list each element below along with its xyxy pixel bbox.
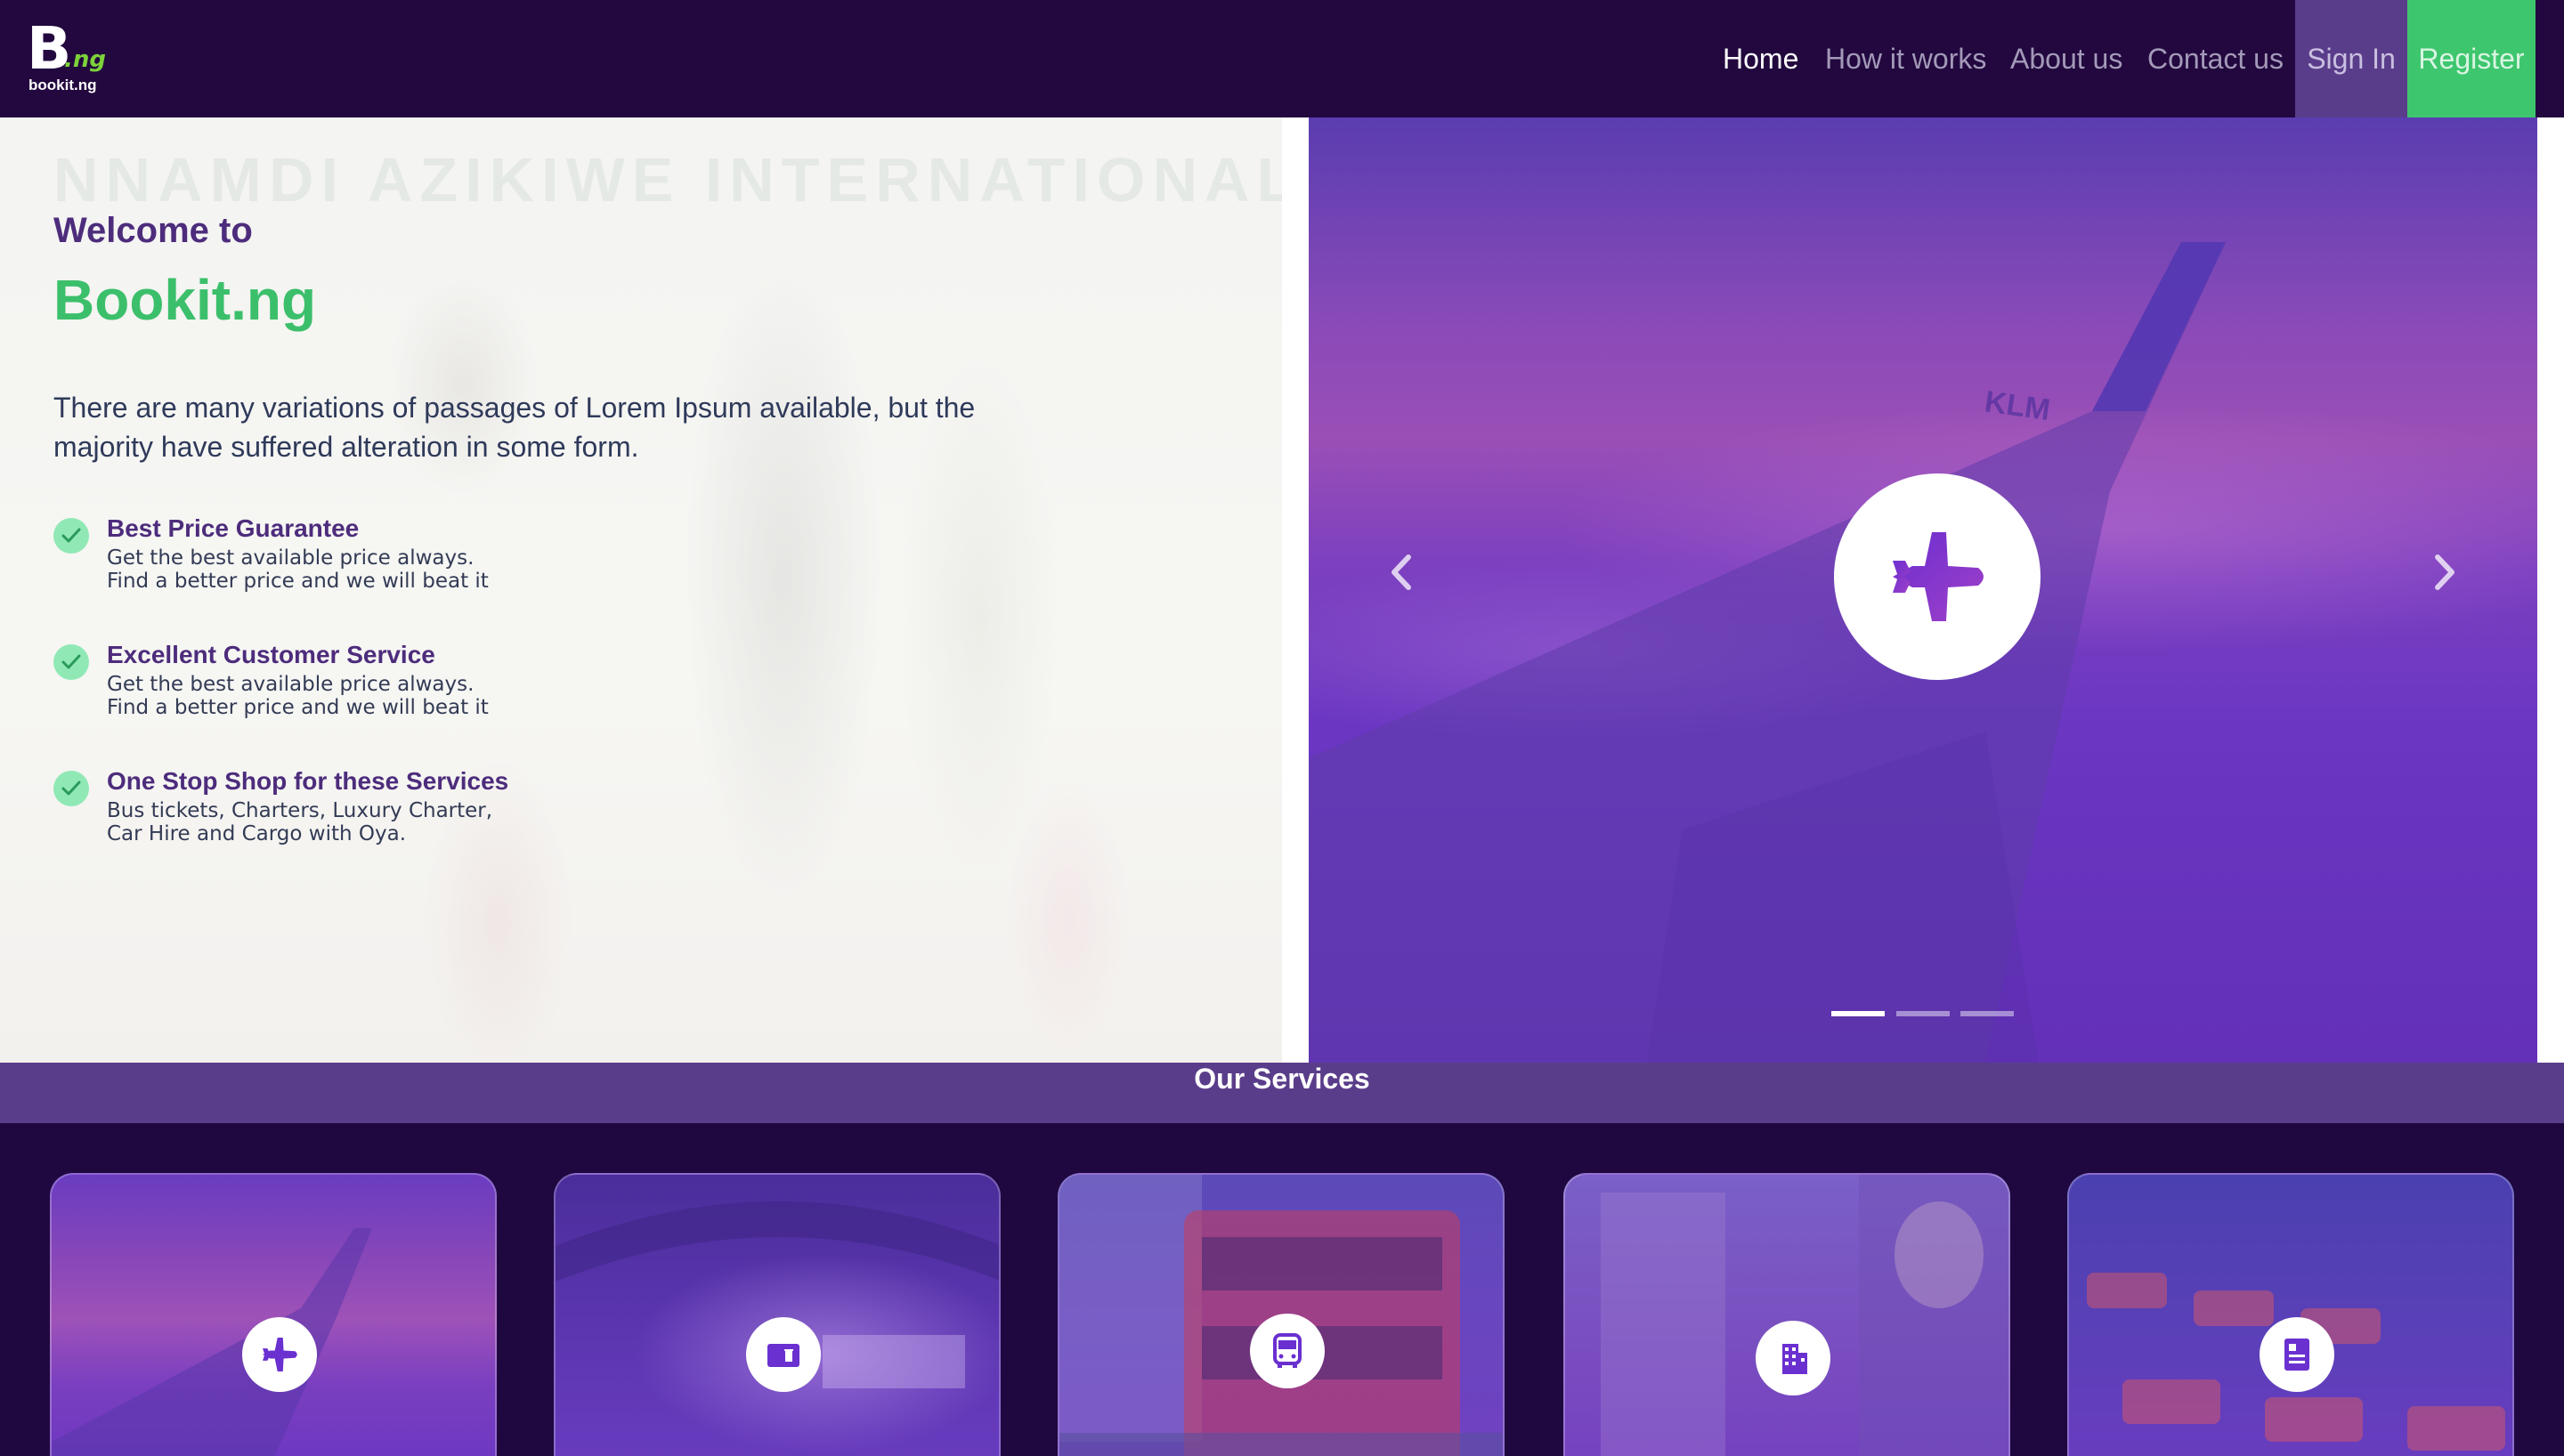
feature-line: Bus tickets, Charters, Luxury Charter, xyxy=(107,799,493,822)
hero-intro-text: There are many variations of passages of… xyxy=(53,392,976,463)
carousel-indicator-3[interactable] xyxy=(1960,1011,2014,1016)
check-icon xyxy=(53,771,89,806)
check-icon xyxy=(53,644,89,680)
feature-line: Get the best available price always. xyxy=(107,546,475,570)
logo-subtitle: bookit.ng xyxy=(28,77,97,93)
nav-about-us[interactable]: About us xyxy=(2010,0,2122,117)
feature-line: Find a better price and we will beat it xyxy=(107,570,489,593)
service-card-events[interactable] xyxy=(554,1173,1001,1456)
airplane-icon xyxy=(242,1317,317,1392)
carousel-center-badge xyxy=(1834,473,2041,680)
check-icon xyxy=(53,518,89,554)
logo[interactable]: B .ng bookit.ng xyxy=(27,20,125,100)
nav-how-it-works[interactable]: How it works xyxy=(1825,0,1986,117)
card-wing-image xyxy=(52,1228,372,1456)
feature-line: Car Hire and Cargo with Oya. xyxy=(107,822,407,845)
service-card-conference[interactable] xyxy=(2067,1173,2514,1456)
service-card-bus[interactable] xyxy=(1058,1173,1505,1456)
carousel-edge xyxy=(2537,117,2564,1063)
feature-title: One Stop Shop for these Services xyxy=(107,767,509,795)
hotel-icon xyxy=(1756,1321,1830,1395)
service-card-hotels[interactable] xyxy=(1563,1173,2010,1456)
feature-line: Get the best available price always. xyxy=(107,673,475,696)
register-button[interactable]: Register xyxy=(2407,0,2536,119)
feature-line: Find a better price and we will beat it xyxy=(107,696,489,719)
feature-title: Excellent Customer Service xyxy=(107,641,435,668)
hero-divider xyxy=(1282,117,1309,1063)
id-card-icon xyxy=(2260,1317,2334,1392)
bus-icon xyxy=(1250,1314,1325,1388)
services-header-bar: Our Services xyxy=(0,1063,2564,1123)
feature-title: Best Price Guarantee xyxy=(107,514,360,542)
cinema-ticket-icon xyxy=(746,1317,821,1392)
welcome-heading: Welcome to xyxy=(53,211,253,250)
wing-logo-text: KLM xyxy=(1983,384,2052,427)
carousel-indicator-2[interactable] xyxy=(1896,1011,1950,1016)
logo-suffix: .ng xyxy=(64,46,106,73)
navbar: B .ng bookit.ng Home How it works About … xyxy=(0,0,2564,119)
brand-heading: Bookit.ng xyxy=(53,268,317,332)
services-title: Our Services xyxy=(1194,1063,1370,1095)
card-hotel-door-image xyxy=(1601,1175,2008,1456)
card-seats-image xyxy=(2087,1273,2505,1451)
nav-contact-us[interactable]: Contact us xyxy=(2147,0,2284,117)
card-theatre-image xyxy=(556,1201,999,1388)
chevron-left-icon[interactable] xyxy=(1383,550,1419,595)
nav-home[interactable]: Home xyxy=(1723,0,1798,117)
service-card-flights[interactable] xyxy=(50,1173,497,1456)
carousel-indicator-1[interactable] xyxy=(1831,1011,1885,1016)
chevron-right-icon[interactable] xyxy=(2427,550,2463,595)
sign-in-button[interactable]: Sign In xyxy=(2295,0,2407,119)
hero-background-sign: NNAMDI AZIKIWE INTERNATIONAL AIR xyxy=(53,145,1282,214)
